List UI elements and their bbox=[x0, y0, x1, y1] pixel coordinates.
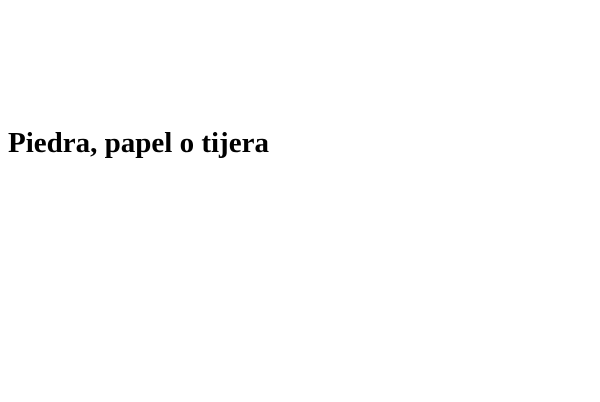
page-title: Piedra, papel o tijera bbox=[8, 127, 269, 159]
page-root: Piedra, papel o tijera bbox=[0, 0, 600, 402]
